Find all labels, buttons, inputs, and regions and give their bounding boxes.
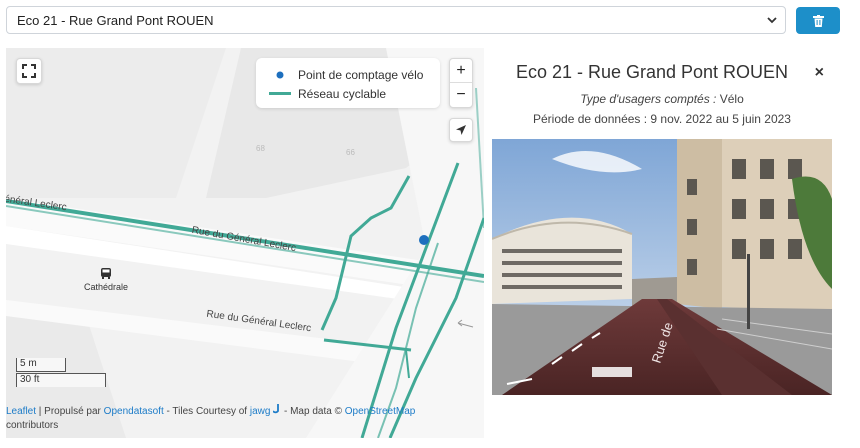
map-view[interactable]: énéral Leclerc Rue du Général Leclerc Ru… [6,48,484,438]
scale-metric: 5 m [16,358,66,372]
jawg-link[interactable]: jawg [250,406,271,417]
legend-row-counter: Point de comptage vélo [266,65,430,84]
block-number-b: 66 [346,148,355,157]
chevron-down-icon [767,17,777,24]
osm-link[interactable]: OpenStreetMap [345,406,416,417]
bus-icon [101,268,111,279]
locate-arrow-icon [456,125,466,135]
fullscreen-icon [22,64,36,78]
attribution-powered: | Propulsé par [36,406,104,417]
leaflet-link[interactable]: Leaflet [6,406,36,417]
attribution-contributors: contributors [6,420,59,431]
attribution-map-data: - Map data © [281,406,345,417]
street-photo: Rue de [492,139,832,395]
data-period: Période de données : 9 nov. 2022 au 5 ju… [533,112,791,126]
map-legend: Point de comptage vélo Réseau cyclable [256,58,440,108]
user-type: Type d'usagers comptés : Vélo [484,92,840,106]
panel-title: Eco 21 - Rue Grand Pont ROUEN [515,62,789,82]
fullscreen-button[interactable] [16,58,42,84]
counter-select[interactable]: Eco 21 - Rue Grand Pont ROUEN [6,6,786,34]
block-number-a: 68 [256,144,265,153]
zoom-in-button[interactable]: + [450,59,472,83]
zoom-out-button[interactable]: − [450,83,472,107]
counter-select-value: Eco 21 - Rue Grand Pont ROUEN [17,12,214,28]
opendatasoft-link[interactable]: Opendatasoft [104,406,164,417]
close-icon[interactable]: × [815,64,824,82]
attribution-tiles: - Tiles Courtesy of [163,406,250,417]
street-photo-image: Rue de [492,139,832,395]
trash-icon [812,14,824,27]
legend-counter-label: Point de comptage vélo [298,67,424,82]
user-type-label: Type d'usagers comptés : [580,92,717,106]
legend-row-network: Réseau cyclable [266,84,430,103]
map-attribution: Leaflet | Propulsé par Opendatasoft - Ti… [6,404,476,433]
counter-point-icon [276,71,284,78]
zoom-control: + − [449,58,473,108]
cycle-network-line-icon [269,91,291,95]
delete-button[interactable] [796,7,840,34]
poi-label: Cathédrale [84,282,129,292]
user-type-value: Vélo [716,92,744,106]
counter-info-panel: Eco 21 - Rue Grand Pont ROUEN × Type d'u… [484,48,840,410]
scale-imperial: 30 ft [16,373,106,387]
locate-button[interactable] [449,118,473,142]
legend-network-label: Réseau cyclable [298,86,387,101]
